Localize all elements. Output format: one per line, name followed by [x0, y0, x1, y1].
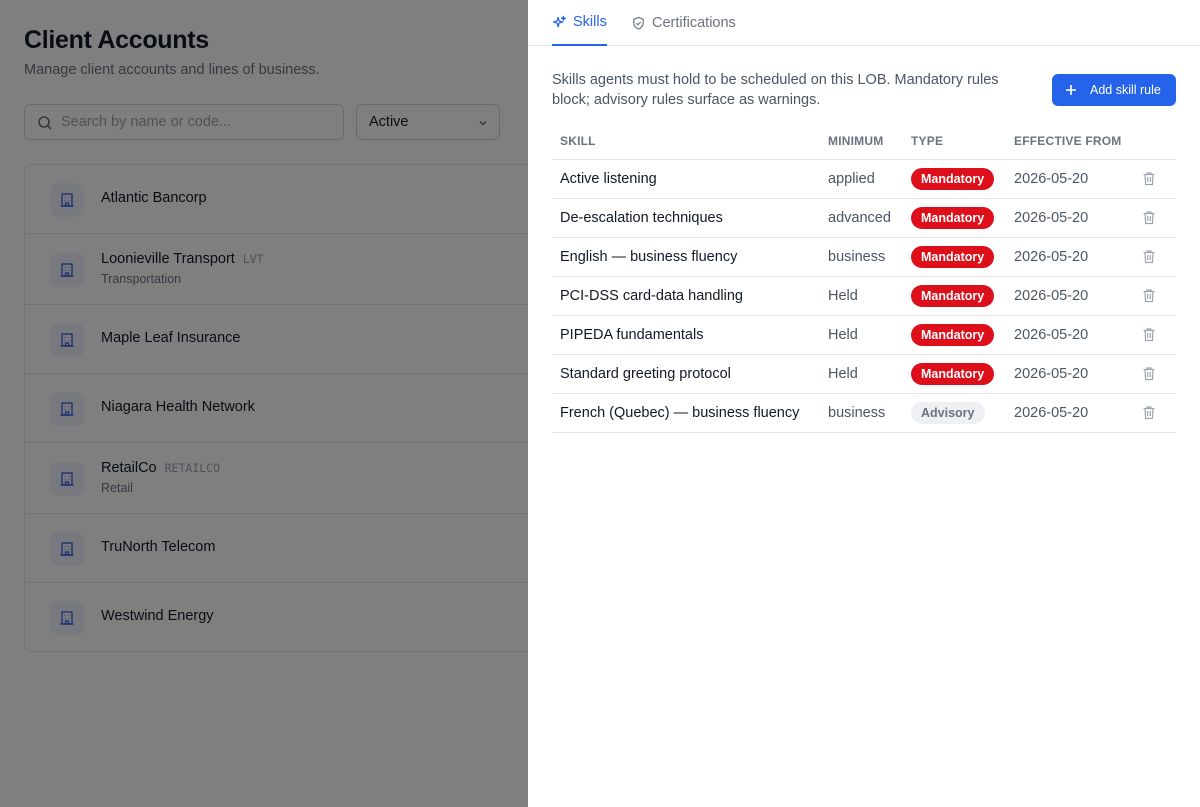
sparkles-icon	[552, 15, 567, 27]
trash-icon[interactable]	[1142, 405, 1156, 420]
skill-name: French (Quebec) — business fluency	[552, 393, 820, 433]
skill-name: English — business fluency	[552, 237, 820, 277]
actions-cell	[1124, 393, 1176, 433]
actions-cell	[1124, 159, 1176, 199]
skill-effective-from: 2026-05-20	[1006, 198, 1124, 238]
skill-minimum: Held	[820, 315, 903, 355]
trash-icon[interactable]	[1142, 249, 1156, 264]
table-row: English — business fluency business Mandat…	[552, 237, 1176, 277]
table-row: PCI-DSS card-data handling Held Mandatory 2…	[552, 276, 1176, 316]
skill-type-badge: Mandatory	[911, 323, 995, 346]
plus-icon	[1066, 85, 1076, 95]
skill-type-cell: Mandatory	[903, 276, 1006, 316]
skill-effective-from: 2026-05-20	[1006, 393, 1124, 433]
skill-minimum: Held	[820, 354, 903, 394]
table-row: Active listening applied Mandatory 2026-05-…	[552, 159, 1176, 199]
skill-minimum: advanced	[820, 198, 903, 238]
table-row: PIPEDA fundamentals Held Mandatory 2026-05-…	[552, 315, 1176, 355]
skill-effective-from: 2026-05-20	[1006, 315, 1124, 355]
actions-cell	[1124, 198, 1176, 238]
skill-type-cell: Mandatory	[903, 354, 1006, 394]
table-row: De-escalation techniques advanced Mandator…	[552, 198, 1176, 238]
skill-type-cell: Mandatory	[903, 159, 1006, 199]
skill-name: PIPEDA fundamentals	[552, 315, 820, 355]
skill-minimum: Held	[820, 276, 903, 316]
skill-type-cell: Mandatory	[903, 237, 1006, 277]
skill-type-badge: Mandatory	[911, 362, 995, 385]
col-header-effective-from: Effective From	[1006, 124, 1124, 160]
skill-minimum: applied	[820, 159, 903, 199]
skill-name: Standard greeting protocol	[552, 354, 820, 394]
col-header-actions	[1124, 124, 1176, 160]
skill-effective-from: 2026-05-20	[1006, 354, 1124, 394]
skill-effective-from: 2026-05-20	[1006, 237, 1124, 277]
trash-icon[interactable]	[1142, 288, 1156, 303]
skill-type-badge: Mandatory	[911, 245, 995, 268]
drawer-tabs: Skills Certifications	[528, 0, 1200, 46]
trash-icon[interactable]	[1142, 327, 1156, 342]
skills-description: Skills agents must hold to be scheduled …	[552, 72, 999, 108]
add-skill-rule-button[interactable]: Add skill rule	[1052, 74, 1176, 106]
skill-type-badge: Advisory	[911, 401, 985, 424]
tab-skills[interactable]: Skills	[552, 0, 607, 46]
actions-cell	[1124, 315, 1176, 355]
trash-icon[interactable]	[1142, 171, 1156, 186]
table-row: Standard greeting protocol Held Mandatory 2…	[552, 354, 1176, 394]
skill-type-badge: Mandatory	[911, 206, 995, 229]
skill-type-badge: Mandatory	[911, 284, 995, 307]
actions-cell	[1124, 237, 1176, 277]
shield-check-icon	[633, 16, 644, 30]
trash-icon[interactable]	[1142, 210, 1156, 225]
tab-certifications-label: Certifications	[652, 15, 736, 31]
table-row: French (Quebec) — business fluency busine…	[552, 393, 1176, 433]
skill-name: De-escalation techniques	[552, 198, 820, 238]
actions-cell	[1124, 276, 1176, 316]
skill-type-cell: Mandatory	[903, 315, 1006, 355]
skill-minimum: business	[820, 237, 903, 277]
trash-icon[interactable]	[1142, 366, 1156, 381]
skill-type-cell: Mandatory	[903, 198, 1006, 238]
skills-table: Skill Minimum Type Effective From Active…	[552, 124, 1176, 433]
lob-drawer: Skills Certifications Skills agents must…	[528, 0, 1200, 807]
col-header-skill: Skill	[552, 124, 820, 160]
skill-name: Active listening	[552, 159, 820, 199]
col-header-minimum: Minimum	[820, 124, 903, 160]
add-skill-rule-label: Add skill rule	[1090, 83, 1161, 97]
skill-type-cell: Advisory	[903, 393, 1006, 433]
col-header-type: Type	[903, 124, 1006, 160]
actions-cell	[1124, 354, 1176, 394]
table-header-row: Skill Minimum Type Effective From	[552, 124, 1176, 160]
tab-skills-label: Skills	[573, 14, 607, 30]
skill-effective-from: 2026-05-20	[1006, 276, 1124, 316]
skill-minimum: business	[820, 393, 903, 433]
tab-certifications[interactable]: Certifications	[631, 0, 736, 46]
skill-name: PCI-DSS card-data handling	[552, 276, 820, 316]
skill-effective-from: 2026-05-20	[1006, 159, 1124, 199]
skill-type-badge: Mandatory	[911, 167, 995, 190]
